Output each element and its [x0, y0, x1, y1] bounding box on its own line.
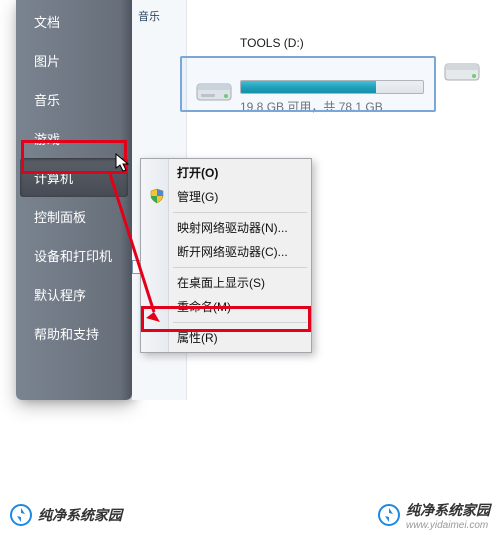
- drive-usage-text: 19.8 GB 可用，共 78.1 GB: [240, 98, 383, 115]
- start-menu-right-panel: 文档 图片 音乐 游戏 计算机 控制面板 设备和打印机 默认程序 帮助和支持: [16, 0, 132, 400]
- shield-icon: [149, 188, 165, 204]
- hard-drive-icon: [196, 76, 232, 104]
- menu-open[interactable]: 打开(O): [143, 161, 309, 185]
- menu-disconnect-network-drive[interactable]: 断开网络驱动器(C)...: [143, 240, 309, 264]
- sidebar-item-games[interactable]: 游戏: [20, 119, 128, 158]
- menu-separator: [173, 267, 307, 268]
- menu-map-network-drive[interactable]: 映射网络驱动器(N)...: [143, 216, 309, 240]
- nav-music[interactable]: 音乐: [132, 0, 186, 32]
- menu-separator: [173, 212, 307, 213]
- sidebar-item-music[interactable]: 音乐: [20, 80, 128, 119]
- computer-context-menu: 打开(O) 管理(G) 映射网络驱动器(N)... 断开网络驱动器(C)... …: [140, 158, 312, 353]
- sidebar-item-devices-printers[interactable]: 设备和打印机: [20, 236, 128, 275]
- drive-next-tile-partial[interactable]: [444, 36, 500, 88]
- sidebar-item-pictures[interactable]: 图片: [20, 41, 128, 80]
- menu-show-on-desktop[interactable]: 在桌面上显示(S): [143, 271, 309, 295]
- drive-usage-fill: [241, 81, 376, 93]
- sidebar-item-control-panel[interactable]: 控制面板: [20, 197, 128, 236]
- logo-icon: [378, 504, 400, 526]
- drive-d-tile[interactable]: TOOLS (D:) 19.8 GB 可用，共 78.1 GB: [196, 36, 436, 108]
- menu-properties[interactable]: 属性(R): [143, 326, 309, 350]
- sidebar-item-help-support[interactable]: 帮助和支持: [20, 314, 128, 353]
- sidebar-item-default-programs[interactable]: 默认程序: [20, 275, 128, 314]
- sidebar-item-computer[interactable]: 计算机: [20, 158, 128, 197]
- sidebar-item-documents[interactable]: 文档: [20, 2, 128, 41]
- hard-drive-icon: [444, 56, 480, 84]
- watermark-right: 纯净系统家园 www.yidaimei.com: [378, 500, 490, 531]
- logo-icon: [10, 504, 32, 526]
- menu-separator: [173, 322, 307, 323]
- menu-manage[interactable]: 管理(G): [143, 185, 309, 209]
- watermark-bar: 纯净系统家园 纯净系统家园 www.yidaimei.com: [0, 495, 500, 535]
- watermark-left: 纯净系统家园: [10, 504, 122, 526]
- menu-rename[interactable]: 重命名(M): [143, 295, 309, 319]
- drive-label: TOOLS (D:): [240, 36, 436, 50]
- drive-usage-bar: [240, 80, 424, 94]
